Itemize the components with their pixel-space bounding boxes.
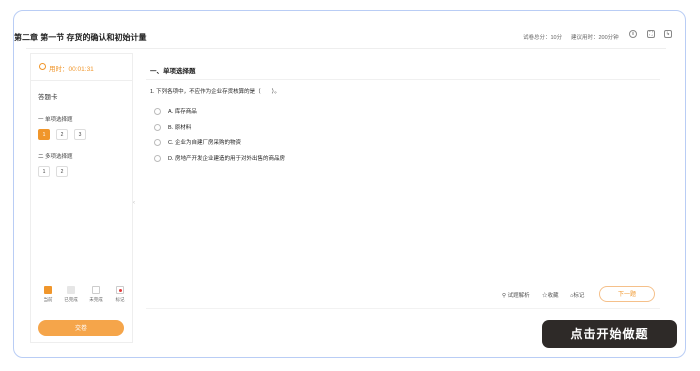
start-practice-button[interactable]: 点击开始做题 <box>542 320 677 348</box>
fullscreen-icon[interactable]: ⛶ <box>647 30 655 38</box>
option-c-label: C. 企业为自建厂房采购的物资 <box>168 140 242 146</box>
total-score: 试卷总分：10分 <box>523 35 563 41</box>
timer: 用时：00:01:31 <box>31 54 132 81</box>
submit-button[interactable]: 交卷 <box>38 320 124 336</box>
question-panel: 一、单项选择题 1. 下列各项中，不应作为企业存货核算的是（ ）。 A. 库存商… <box>140 53 666 341</box>
section-label-multiple: 二 多项选择题 <box>38 154 73 160</box>
question-text: 1. 下列各项中，不应作为企业存货核算的是（ ）。 <box>150 89 280 95</box>
analysis-button[interactable]: ⚲ 试题解析 <box>502 291 530 299</box>
suggested-time: 建议用时：200分钟 <box>571 35 619 41</box>
mark-button[interactable]: ⌂标记 <box>570 291 584 299</box>
question-button-single-3[interactable]: 3 <box>74 129 86 140</box>
favorite-button[interactable]: ☆收藏 <box>542 291 559 299</box>
next-question-button[interactable]: 下一题 <box>599 286 655 302</box>
option-d[interactable]: D. 房地产开发企业建造的用于对外出售的商品房 <box>154 154 286 163</box>
exit-icon[interactable]: ↳ <box>664 30 672 38</box>
question-button-single-1[interactable]: 1 <box>38 129 50 140</box>
answer-sheet-panel: 用时：00:01:31 答题卡 一 单项选择题 1 2 3 二 多项选择题 1 … <box>30 53 133 343</box>
option-a-label: A. 库存商品 <box>168 109 197 115</box>
legend-current-label: 当前 <box>43 297 53 302</box>
page-title: 第二章 第一节 存货的确认和初始计量 <box>14 33 147 42</box>
pause-icon[interactable]: ॥ <box>629 30 637 38</box>
clock-icon <box>39 63 46 70</box>
legend-marked-swatch <box>116 286 124 294</box>
bottom-divider <box>146 308 660 309</box>
header-divider <box>26 48 666 49</box>
option-c[interactable]: C. 企业为自建厂房采购的物资 <box>154 138 242 147</box>
section-label-single: 一 单项选择题 <box>38 117 73 123</box>
option-b[interactable]: B. 原材料 <box>154 123 192 132</box>
option-a[interactable]: A. 库存商品 <box>154 107 197 116</box>
radio-icon[interactable] <box>154 124 161 132</box>
question-button-single-2[interactable]: 2 <box>56 129 68 140</box>
radio-icon[interactable] <box>154 155 161 163</box>
analysis-label: 试题解析 <box>507 293 530 299</box>
option-d-label: D. 房地产开发企业建造的用于对外出售的商品房 <box>168 156 286 162</box>
bulb-icon: ⚲ <box>502 293 507 299</box>
legend-done-label: 已完成 <box>64 297 78 302</box>
question-button-multiple-1[interactable]: 1 <box>38 166 50 177</box>
option-b-label: B. 原材料 <box>168 125 192 131</box>
question-button-multiple-2[interactable]: 2 <box>56 166 68 177</box>
section-title: 一、单项选择题 <box>150 68 196 75</box>
collapse-panel-icon[interactable]: ‹ <box>133 200 139 214</box>
timer-text: 用时：00:01:31 <box>49 66 94 73</box>
section-divider <box>146 79 660 80</box>
mark-label: 标记 <box>573 293 585 299</box>
legend-undone-label: 未完成 <box>89 297 103 302</box>
legend-current-swatch <box>44 286 52 294</box>
radio-icon[interactable] <box>154 108 161 116</box>
answer-card-title: 答题卡 <box>38 94 58 101</box>
favorite-label: 收藏 <box>547 293 559 299</box>
radio-icon[interactable] <box>154 139 161 147</box>
legend-undone-swatch <box>92 286 100 294</box>
legend-marked-label: 标记 <box>115 297 125 302</box>
legend-done-swatch <box>67 286 75 294</box>
